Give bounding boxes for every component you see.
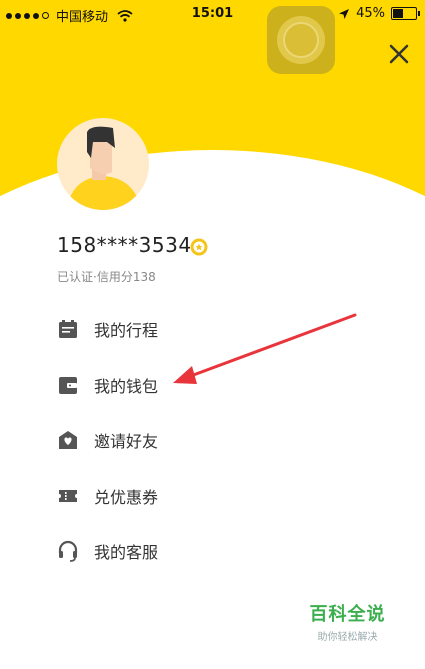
menu-item-wallet[interactable]: 我的钱包 bbox=[57, 370, 158, 400]
battery-percentage: 45% bbox=[356, 6, 385, 21]
battery-level bbox=[393, 9, 403, 18]
avatar[interactable] bbox=[57, 118, 149, 210]
menu-item-coupon[interactable]: 兑优惠券 bbox=[57, 481, 158, 511]
close-icon[interactable] bbox=[385, 40, 413, 68]
menu-item-customer-service[interactable]: 我的客服 bbox=[57, 536, 158, 566]
watermark-title: 百科全说 bbox=[309, 604, 386, 625]
menu-label: 兑优惠券 bbox=[94, 488, 159, 507]
battery-icon bbox=[391, 7, 420, 20]
watermark-subtitle: 助你轻松解决 bbox=[317, 632, 378, 643]
status-bar: 中国移动 15:01 45% bbox=[0, 0, 425, 30]
menu-label: 我的行程 bbox=[94, 321, 159, 340]
invite-icon bbox=[59, 431, 77, 449]
avatar-illustration bbox=[67, 126, 141, 210]
battery-tip bbox=[418, 11, 420, 16]
medal-icon[interactable] bbox=[190, 238, 208, 256]
assistive-touch-ring bbox=[277, 16, 325, 64]
watermark: 百科全说 助你轻松解决 bbox=[300, 600, 395, 643]
phone-number: 158****3534 bbox=[57, 233, 192, 257]
assistive-touch-core bbox=[283, 22, 319, 58]
headset-icon bbox=[58, 540, 78, 562]
menu-item-trips[interactable]: 我的行程 bbox=[57, 314, 158, 344]
menu-item-invite[interactable]: 邀请好友 bbox=[57, 425, 158, 455]
menu-label: 我的钱包 bbox=[94, 377, 159, 396]
location-arrow-icon bbox=[339, 8, 350, 19]
page: 中国移动 15:01 45% 158****3534 已认证·信用分138 我的… bbox=[0, 0, 425, 669]
wallet-icon bbox=[59, 377, 77, 394]
menu-label: 我的客服 bbox=[94, 543, 159, 562]
menu-label: 邀请好友 bbox=[94, 432, 159, 451]
assistive-touch-button[interactable] bbox=[267, 6, 335, 74]
verification-status: 已认证·信用分138 bbox=[57, 270, 156, 284]
trip-icon bbox=[59, 320, 77, 338]
coupon-icon bbox=[59, 490, 77, 502]
